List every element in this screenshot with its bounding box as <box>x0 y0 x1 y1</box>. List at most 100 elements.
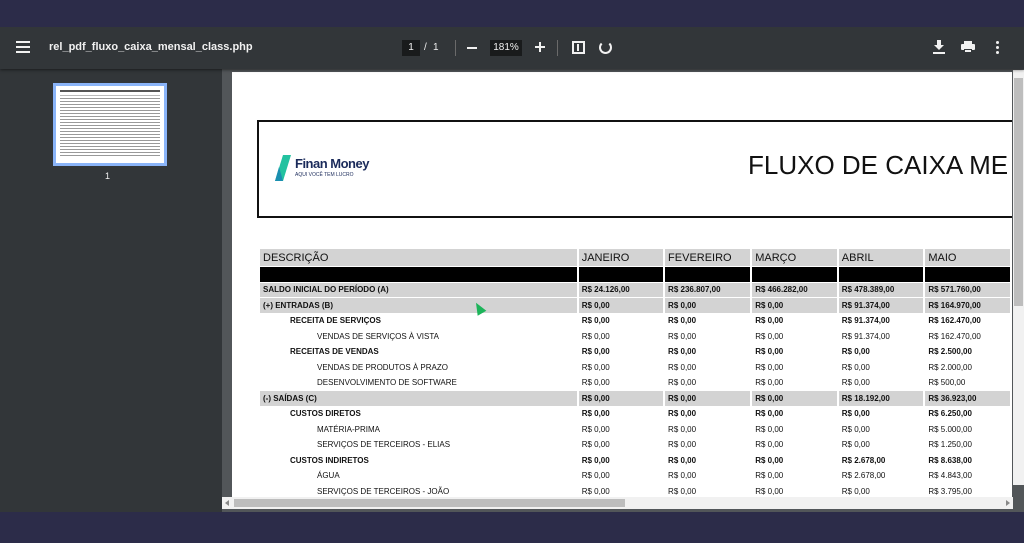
page-separator: / <box>424 42 427 53</box>
cell-value: R$ 162.470,00 <box>928 331 981 341</box>
column-header: FEVEREIRO <box>665 249 751 266</box>
column-header: MARÇO <box>752 249 837 266</box>
report-title: FLUXO DE CAIXA ME <box>748 150 1009 180</box>
cell-value: R$ 0,00 <box>581 347 610 357</box>
row-description: CUSTOS DIRETOS <box>290 409 361 419</box>
cell-value: R$ 500,00 <box>928 378 966 388</box>
cell-value: R$ 0,00 <box>841 362 870 372</box>
table-row: (-) SAÍDAS (C) R$ 0,00 R$ 0,00 R$ 0,00 R… <box>260 391 1010 406</box>
total-pages: 1 <box>433 42 439 53</box>
cell-value: R$ 4.843,00 <box>928 471 972 481</box>
table-header-row: DESCRIÇÃO JANEIRO FEVEREIRO MARÇO ABRIL … <box>260 249 1010 266</box>
cell-value: R$ 0,00 <box>581 331 610 341</box>
table-row: CUSTOS DIRETOS R$ 0,00 R$ 0,00 R$ 0,00 R… <box>260 407 1010 422</box>
cell-value: R$ 0,00 <box>581 409 610 419</box>
table-row: VENDAS DE SERVIÇOS À VISTA R$ 0,00 R$ 0,… <box>260 329 1010 344</box>
scroll-left-icon[interactable] <box>225 500 229 506</box>
table-row: MATÉRIA-PRIMA R$ 0,00 R$ 0,00 R$ 0,00 R$… <box>260 422 1010 437</box>
cell-value: R$ 0,00 <box>665 391 751 406</box>
table-row: DESENVOLVIMENTO DE SOFTWARE R$ 0,00 R$ 0… <box>260 376 1010 391</box>
cell-value: R$ 466.282,00 <box>752 282 837 297</box>
row-description: RECEITA DE SERVIÇOS <box>290 316 381 326</box>
table-row: VENDAS DE PRODUTOS À PRAZO R$ 0,00 R$ 0,… <box>260 360 1010 375</box>
cell-value: R$ 0,00 <box>755 362 784 372</box>
cell-value: R$ 0,00 <box>752 298 837 313</box>
cell-value: R$ 0,00 <box>668 424 697 434</box>
thumbnail-sidebar: 1 <box>0 69 222 512</box>
cell-value: R$ 0,00 <box>841 409 870 419</box>
cell-value: R$ 18.192,00 <box>838 391 924 406</box>
cell-value: R$ 0,00 <box>668 440 697 450</box>
print-icon[interactable] <box>961 41 975 53</box>
cell-value: R$ 0,00 <box>755 440 784 450</box>
logo-mark-icon <box>275 155 291 181</box>
cash-flow-table: DESCRIÇÃO JANEIRO FEVEREIRO MARÇO ABRIL … <box>258 248 1012 500</box>
cell-value: R$ 236.807,00 <box>665 282 751 297</box>
row-description: SALDO INICIAL DO PERÍODO (A) <box>260 282 577 297</box>
rotate-icon[interactable] <box>599 41 612 54</box>
cell-value: R$ 0,00 <box>752 391 837 406</box>
logo-tagline: AQUI VOCÊ TEM LUCRO <box>295 172 354 178</box>
cell-value: R$ 0,00 <box>841 347 870 357</box>
cell-value: R$ 91.374,00 <box>841 331 890 341</box>
zoom-level-input[interactable]: 181% <box>490 40 522 56</box>
row-description: ÁGUA <box>317 471 340 481</box>
company-logo: Finan Money AQUI VOCÊ TEM LUCRO <box>275 155 385 183</box>
cell-value: R$ 0,00 <box>668 331 697 341</box>
table-row: ÁGUA R$ 0,00 R$ 0,00 R$ 0,00 R$ 2.678,00… <box>260 469 1010 484</box>
scroll-right-icon[interactable] <box>1006 500 1010 506</box>
more-options-icon[interactable] <box>996 41 1000 55</box>
document-area[interactable]: Finan Money AQUI VOCÊ TEM LUCRO FLUXO DE… <box>222 69 1024 512</box>
table-row: SERVIÇOS DE TERCEIROS - ELIAS R$ 0,00 R$… <box>260 438 1010 453</box>
page-thumbnail[interactable] <box>53 83 167 166</box>
horizontal-scroll-thumb[interactable] <box>234 499 625 507</box>
cell-value: R$ 8.638,00 <box>928 455 972 465</box>
cell-value: R$ 0,00 <box>668 471 697 481</box>
table-row: CUSTOS INDIRETOS R$ 0,00 R$ 0,00 R$ 0,00… <box>260 453 1010 468</box>
cell-value: R$ 2.678,00 <box>841 455 886 465</box>
cell-value: R$ 0,00 <box>755 409 784 419</box>
vertical-scroll-thumb[interactable] <box>1014 78 1023 306</box>
row-description: VENDAS DE SERVIÇOS À VISTA <box>317 331 439 341</box>
cell-value: R$ 571.760,00 <box>925 282 1010 297</box>
table-row: RECEITAS DE VENDAS R$ 0,00 R$ 0,00 R$ 0,… <box>260 345 1010 360</box>
column-header: DESCRIÇÃO <box>260 249 577 266</box>
cell-value: R$ 478.389,00 <box>838 282 924 297</box>
report-header: Finan Money AQUI VOCÊ TEM LUCRO FLUXO DE… <box>257 120 1012 218</box>
row-description: DESENVOLVIMENTO DE SOFTWARE <box>317 378 457 388</box>
pdf-toolbar: rel_pdf_fluxo_caixa_mensal_class.php 1 /… <box>0 27 1024 69</box>
table-row: SALDO INICIAL DO PERÍODO (A) R$ 24.126,0… <box>260 282 1010 297</box>
zoom-in-icon[interactable] <box>535 42 545 52</box>
cell-value: R$ 91.374,00 <box>841 316 890 326</box>
cell-value: R$ 0,00 <box>841 440 870 450</box>
cell-value: R$ 2.678,00 <box>841 471 886 481</box>
cell-value: R$ 0,00 <box>755 331 784 341</box>
cell-value: R$ 0,00 <box>668 347 697 357</box>
cell-value: R$ 1.250,00 <box>928 440 972 450</box>
cell-value: R$ 5.000,00 <box>928 424 972 434</box>
row-description: (-) SAÍDAS (C) <box>260 391 577 406</box>
window-frame-top <box>0 0 1024 27</box>
row-description: CUSTOS INDIRETOS <box>290 455 369 465</box>
pdf-page: Finan Money AQUI VOCÊ TEM LUCRO FLUXO DE… <box>232 72 1012 502</box>
menu-icon[interactable] <box>16 41 30 53</box>
row-description: (+) ENTRADAS (B) <box>260 298 577 313</box>
cell-value: R$ 0,00 <box>841 378 870 388</box>
column-header: ABRIL <box>838 249 924 266</box>
cell-value: R$ 36.923,00 <box>925 391 1010 406</box>
cell-value: R$ 0,00 <box>668 455 697 465</box>
cell-value: R$ 0,00 <box>581 362 610 372</box>
row-description: MATÉRIA-PRIMA <box>317 424 380 434</box>
cell-value: R$ 0,00 <box>581 455 610 465</box>
zoom-out-icon[interactable] <box>467 47 477 49</box>
vertical-scrollbar[interactable] <box>1013 70 1024 485</box>
cell-value: R$ 0,00 <box>755 347 784 357</box>
horizontal-scrollbar[interactable] <box>222 497 1013 509</box>
current-page-input[interactable]: 1 <box>402 40 420 56</box>
fit-to-page-icon[interactable] <box>572 41 585 54</box>
download-icon[interactable] <box>933 40 945 54</box>
cell-value: R$ 24.126,00 <box>578 282 664 297</box>
cell-value: R$ 2.000,00 <box>928 362 972 372</box>
cell-value: R$ 0,00 <box>581 316 610 326</box>
cell-value: R$ 2.500,00 <box>928 347 972 357</box>
